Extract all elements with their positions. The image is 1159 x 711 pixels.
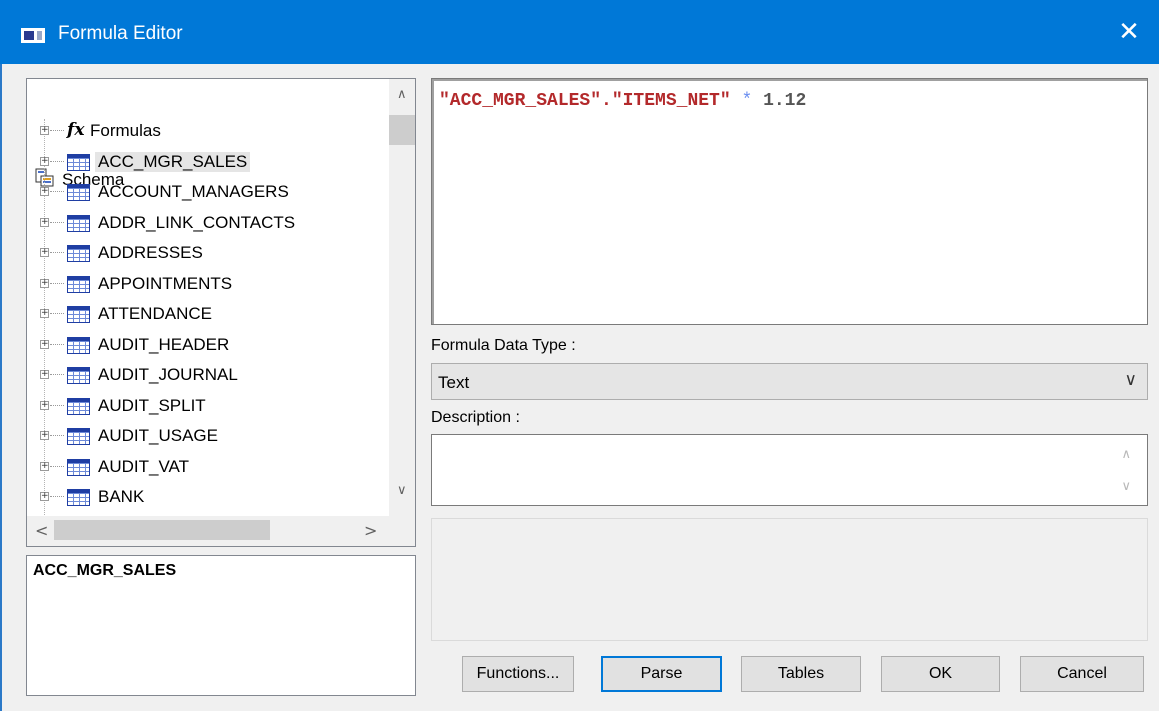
tree-connector — [50, 496, 64, 497]
message-area — [431, 518, 1148, 641]
scroll-right-icon[interactable]: > — [364, 521, 377, 540]
tree-connector — [50, 374, 64, 375]
table-icon — [67, 428, 90, 445]
fx-icon: fx — [67, 120, 85, 140]
scroll-left-icon[interactable]: < — [35, 521, 48, 540]
tree-horizontal-scrollbar[interactable]: < > — [27, 516, 391, 546]
tree-item-label: APPOINTMENTS — [98, 273, 233, 293]
cancel-button[interactable]: Cancel — [1020, 656, 1144, 692]
close-button[interactable]: ✕ — [1099, 0, 1159, 64]
tree-connector — [50, 282, 64, 284]
tree-item-label: ADDR_LINK_CONTACTS — [98, 212, 296, 232]
description-input[interactable]: ∧ ∨ — [431, 434, 1148, 506]
tree-connector — [50, 435, 64, 436]
schema-tree[interactable]: Schema + fx Formulas + ACC_MGR_SALES + ACCOUNT… — [26, 78, 416, 547]
table-icon — [67, 245, 90, 262]
table-icon — [67, 275, 90, 293]
tree-item-label: AUDIT_SPLIT — [98, 395, 206, 415]
table-icon — [67, 153, 90, 171]
tree-item-label: ADDRESSES — [98, 243, 203, 262]
tree-connector — [50, 313, 64, 314]
expand-icon[interactable]: + — [40, 431, 49, 440]
tree-connector — [50, 130, 64, 131]
tree-item-label: ACC_MGR_SALES — [95, 151, 251, 172]
expand-icon[interactable]: + — [40, 309, 49, 318]
table-icon — [67, 306, 90, 323]
code-token-str: "ACC_MGR_SALES"."ITEMS_NET" — [439, 91, 731, 111]
code-token-op: * — [730, 91, 764, 111]
tree-connector — [44, 119, 45, 539]
window-frame — [0, 64, 2, 711]
scroll-up-icon: ∧ — [1121, 447, 1131, 462]
tree-item-label: ACCOUNT_MANAGERS — [98, 182, 289, 201]
tree-item-label: BANK — [98, 487, 145, 506]
schema-icon — [35, 168, 54, 187]
tree-item-label: AUDIT_JOURNAL — [98, 365, 238, 384]
table-icon — [67, 397, 90, 415]
tree-connector — [50, 404, 64, 406]
formula-editor-input[interactable]: "ACC_MGR_SALES"."ITEMS_NET" * 1.12 — [431, 78, 1148, 325]
tree-connector — [50, 191, 64, 192]
table-icon — [67, 367, 90, 384]
code-token-num: 1.12 — [763, 91, 807, 111]
table-icon — [67, 458, 90, 476]
tree-item-label: ATTENDANCE — [98, 304, 212, 323]
scroll-down-icon[interactable]: ∨ — [397, 483, 407, 498]
close-icon: ✕ — [1118, 17, 1140, 47]
scroll-down-icon: ∨ — [1121, 479, 1131, 494]
tables-button[interactable]: Tables — [741, 656, 861, 692]
expand-icon[interactable]: + — [40, 248, 49, 257]
selection-detail-text: ACC_MGR_SALES — [33, 562, 177, 579]
expand-icon[interactable]: + — [40, 278, 49, 288]
ok-button[interactable]: OK — [881, 656, 1000, 692]
tree-item-label: AUDIT_USAGE — [98, 426, 218, 445]
expand-icon[interactable]: + — [40, 217, 49, 227]
expand-icon[interactable]: + — [40, 126, 49, 135]
expand-icon[interactable]: + — [40, 492, 49, 501]
table-icon — [67, 489, 90, 506]
table-icon — [67, 214, 90, 232]
tree-connector — [50, 465, 64, 467]
tree-connector — [50, 343, 64, 345]
window-title: Formula Editor — [58, 23, 183, 44]
data-type-select[interactable]: Text ∨ — [431, 363, 1148, 400]
scrollbar-thumb[interactable] — [389, 115, 415, 145]
tree-vertical-scrollbar[interactable]: ∧ ∨ — [389, 79, 415, 516]
parse-button[interactable]: Parse — [601, 656, 722, 692]
tree-connector — [50, 252, 64, 253]
scrollbar-thumb[interactable] — [54, 520, 270, 540]
data-type-label: Formula Data Type : — [431, 337, 576, 354]
app-icon — [21, 28, 45, 43]
functions-button[interactable]: Functions... — [462, 656, 574, 692]
chevron-down-icon: ∨ — [1124, 370, 1137, 390]
expand-icon[interactable]: + — [40, 339, 49, 349]
expand-icon[interactable]: + — [40, 370, 49, 379]
scroll-up-icon[interactable]: ∧ — [397, 87, 407, 102]
selection-detail-panel: ACC_MGR_SALES — [26, 555, 416, 696]
table-icon — [67, 336, 90, 354]
description-label: Description : — [431, 409, 520, 426]
tree-item-label: AUDIT_VAT — [98, 456, 189, 476]
table-icon — [67, 184, 90, 201]
data-type-value: Text — [438, 373, 470, 392]
tree-connector — [50, 160, 64, 162]
tree-connector — [50, 221, 64, 223]
expand-icon[interactable]: + — [40, 461, 49, 471]
scrollbar-corner — [389, 516, 415, 546]
tree-item-label: AUDIT_HEADER — [98, 334, 230, 354]
expand-icon[interactable]: + — [40, 187, 49, 196]
formula-code[interactable]: "ACC_MGR_SALES"."ITEMS_NET" * 1.12 — [439, 91, 806, 111]
expand-icon[interactable]: + — [40, 400, 49, 410]
tree-item-label: Formulas — [90, 121, 161, 140]
title-bar: Formula Editor ✕ — [0, 0, 1159, 64]
expand-icon[interactable]: + — [40, 156, 49, 166]
